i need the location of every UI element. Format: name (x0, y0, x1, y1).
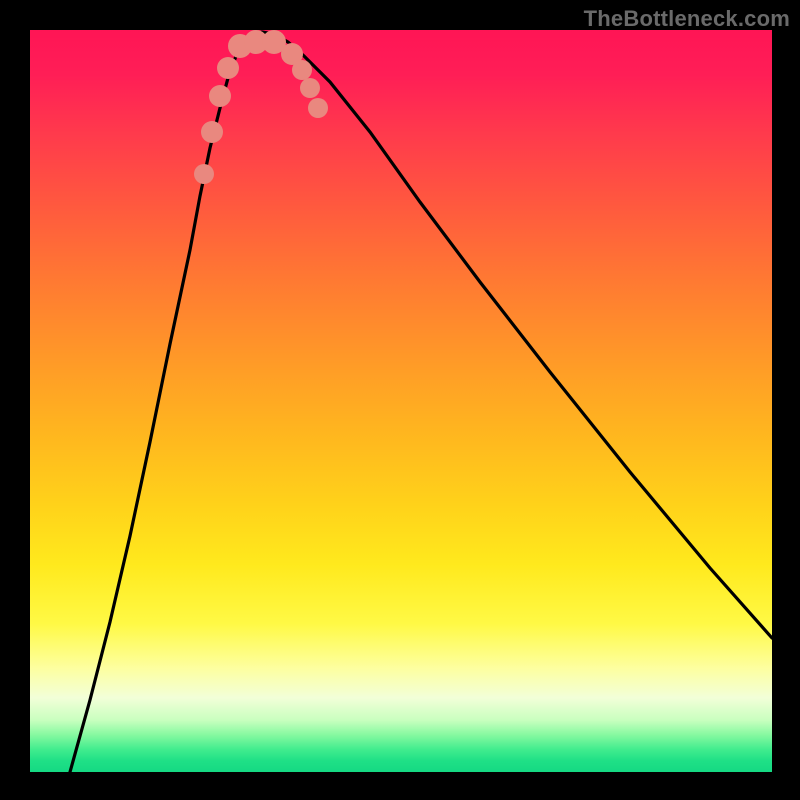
bottleneck-curve (70, 32, 772, 772)
highlight-markers (194, 30, 328, 184)
highlight-dot (194, 164, 214, 184)
watermark-text: TheBottleneck.com (584, 6, 790, 32)
chart-frame: TheBottleneck.com (0, 0, 800, 800)
highlight-dot (209, 85, 231, 107)
chart-svg (30, 30, 772, 772)
highlight-dot (217, 57, 239, 79)
highlight-dot (292, 60, 312, 80)
plot-area (30, 30, 772, 772)
highlight-dot (308, 98, 328, 118)
highlight-dot (300, 78, 320, 98)
highlight-dot (201, 121, 223, 143)
curve-layer (70, 32, 772, 772)
